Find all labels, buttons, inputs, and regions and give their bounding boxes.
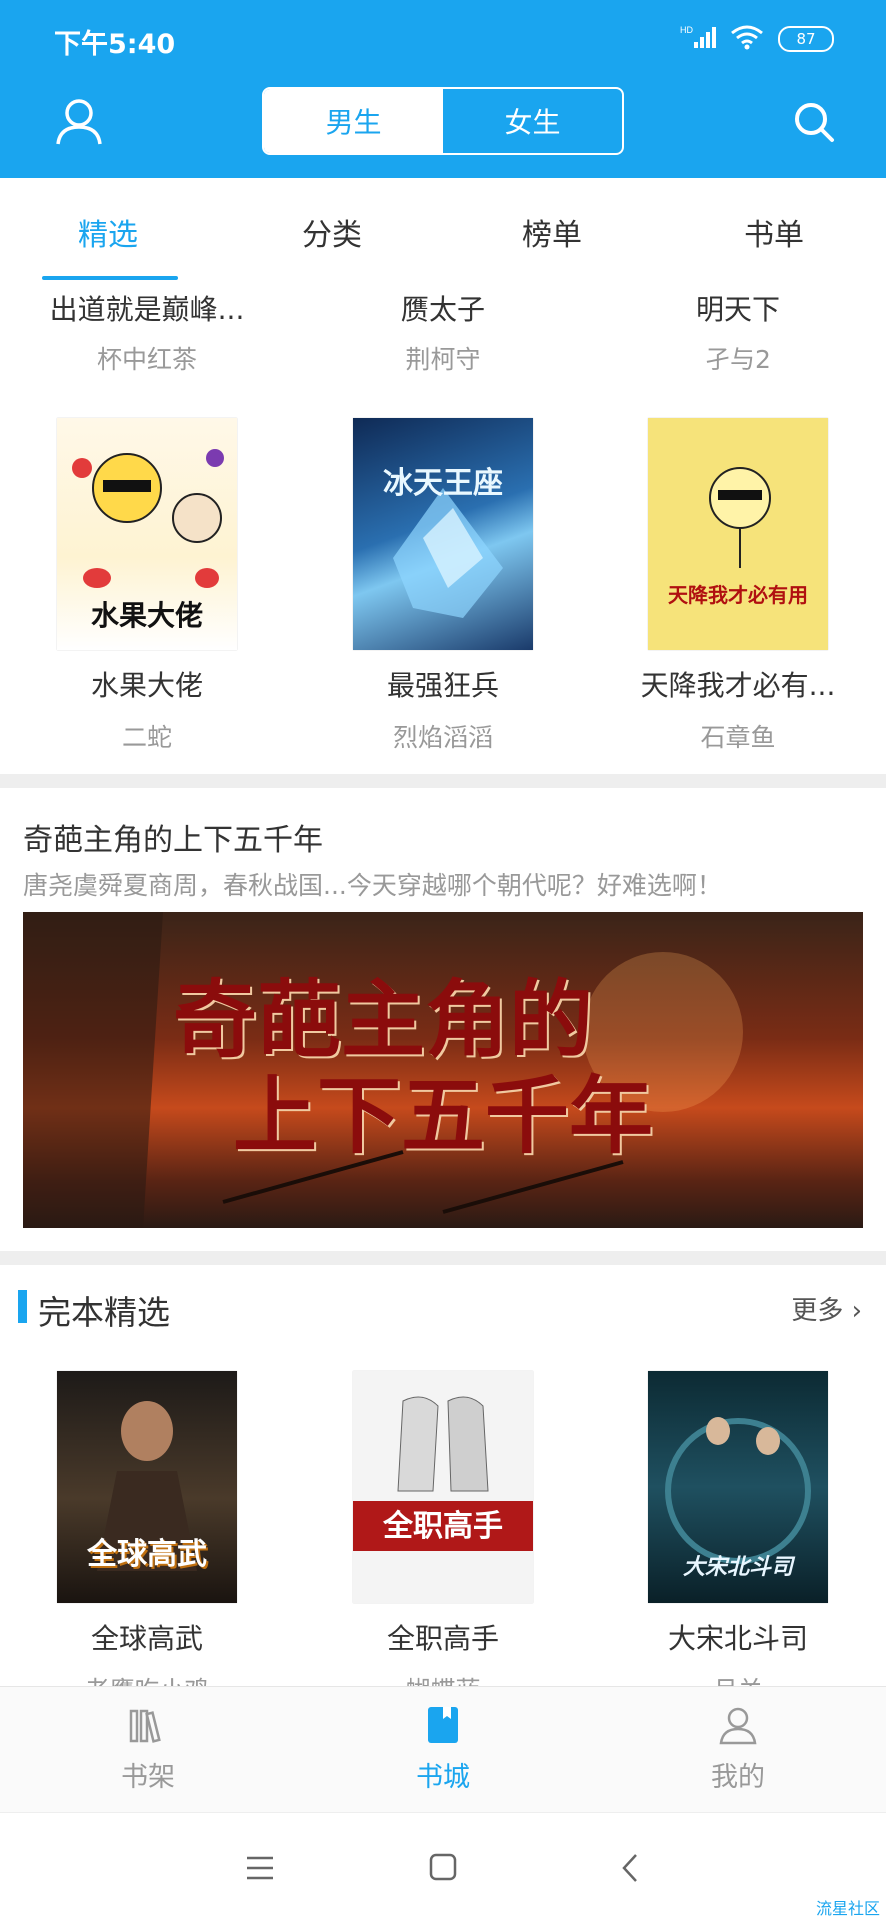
signal-icon: HD: [680, 24, 716, 54]
watermark: 流星社区: [815, 1899, 880, 1918]
search-icon[interactable]: [792, 100, 836, 144]
tab-featured[interactable]: 精选: [78, 210, 138, 254]
section-title: 完本精选: [38, 1293, 170, 1332]
more-link[interactable]: 更多 ›: [791, 1290, 862, 1327]
battery-indicator: 87: [778, 26, 834, 52]
tab-rankings[interactable]: 榜单: [522, 210, 582, 254]
status-icons: HD 87: [680, 24, 834, 54]
book-item[interactable]: 明天下 孑与2: [608, 288, 868, 376]
book-item[interactable]: 天降我才必有... 石章鱼: [608, 664, 868, 754]
book-item[interactable]: 水果大佬 二蛇: [17, 664, 277, 754]
svg-text:HD: HD: [680, 25, 693, 35]
book-cover[interactable]: 全球高武: [57, 1371, 237, 1603]
active-tab-indicator: [42, 276, 178, 280]
tab-booklists[interactable]: 书单: [744, 210, 804, 254]
book-item[interactable]: 最强狂兵 烈焰滔滔: [313, 664, 573, 754]
status-time: 下午5:40: [54, 29, 176, 60]
section-header: 完本精选 更多 ›: [18, 1286, 868, 1332]
section-divider: [0, 774, 886, 788]
tab-male[interactable]: 男生: [264, 89, 443, 153]
chevron-right-icon: ›: [843, 1296, 862, 1326]
nav-profile[interactable]: 我的: [678, 1705, 798, 1794]
section-accent-bar: [18, 1290, 27, 1323]
menu-icon[interactable]: [245, 1855, 275, 1885]
book-item[interactable]: 赝太子 荆柯守: [313, 288, 573, 376]
tab-categories[interactable]: 分类: [302, 210, 362, 254]
home-icon[interactable]: [429, 1853, 457, 1885]
topic-banner[interactable]: 奇葩主角的 上下五千年: [23, 912, 863, 1228]
system-navigation-bar: 流星社区: [0, 1812, 886, 1921]
app-header: 下午5:40 HD 87 男生 女生: [0, 0, 886, 178]
book-item[interactable]: 出道就是巅峰... 杯中红茶: [17, 288, 277, 376]
back-icon[interactable]: [620, 1853, 640, 1887]
section-divider: [0, 1251, 886, 1265]
category-tabs: 精选 分类 榜单 书单: [0, 178, 886, 282]
book-cover[interactable]: 大宋北斗司: [648, 1371, 828, 1603]
gender-switch: 男生 女生: [262, 87, 624, 155]
wifi-icon: [730, 24, 764, 54]
tab-female[interactable]: 女生: [443, 89, 622, 153]
book-cover[interactable]: 全职高手: [353, 1371, 533, 1603]
topic-title[interactable]: 奇葩主角的上下五千年: [23, 815, 323, 859]
profile-icon: [718, 1707, 758, 1749]
book-cover[interactable]: 水果大佬: [57, 418, 237, 650]
bookstore-icon: [423, 1707, 463, 1749]
nav-bookshelf[interactable]: 书架: [88, 1705, 208, 1794]
bottom-navigation: 书架 书城 我的: [0, 1686, 886, 1813]
nav-bookstore[interactable]: 书城: [383, 1705, 503, 1794]
book-cover[interactable]: 天降我才必有用: [648, 418, 828, 650]
bookshelf-icon: [128, 1709, 168, 1749]
book-cover[interactable]: 冰天王座: [353, 418, 533, 650]
user-icon[interactable]: [54, 96, 104, 146]
banner-headline: 奇葩主角的 上下五千年: [173, 970, 654, 1165]
topic-subtitle: 唐尧虞舜夏商周，春秋战国...今天穿越哪个朝代呢？好难选啊！: [23, 871, 722, 900]
